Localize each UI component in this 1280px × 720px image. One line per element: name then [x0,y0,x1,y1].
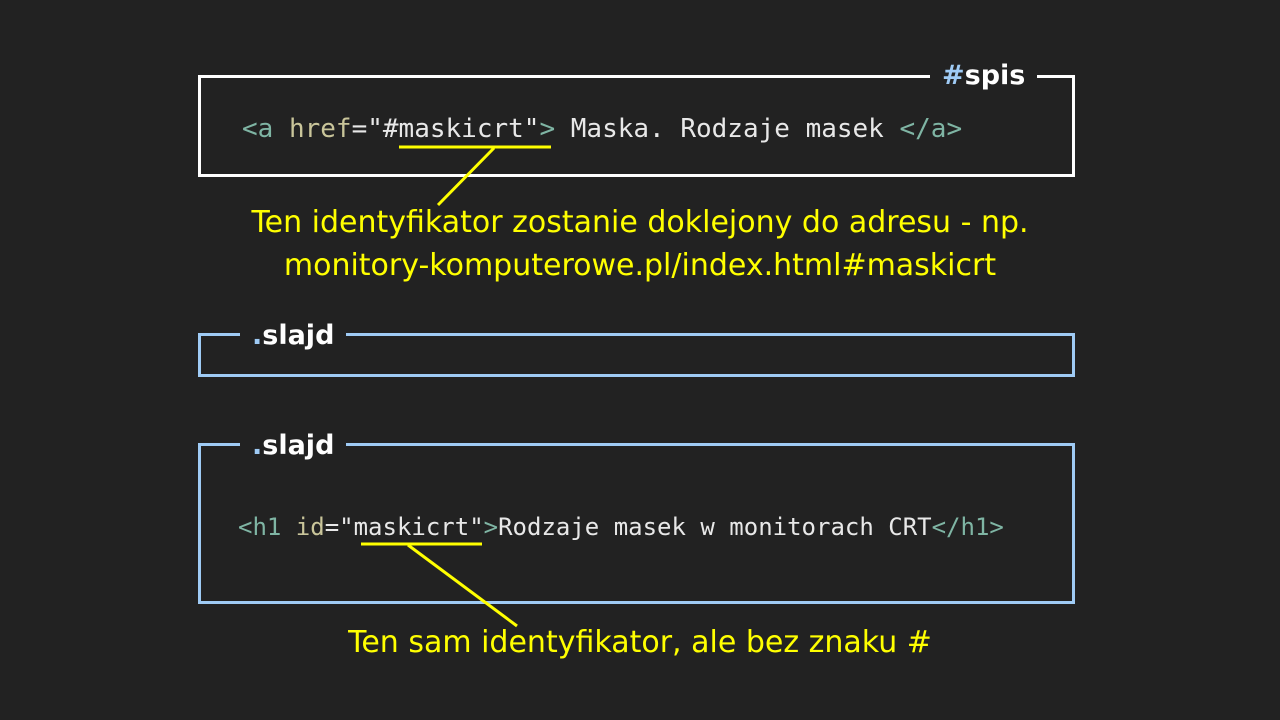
top-connector-line [436,146,496,207]
bottom-connector-line [407,543,518,628]
annotation-connectors [361,145,551,628]
